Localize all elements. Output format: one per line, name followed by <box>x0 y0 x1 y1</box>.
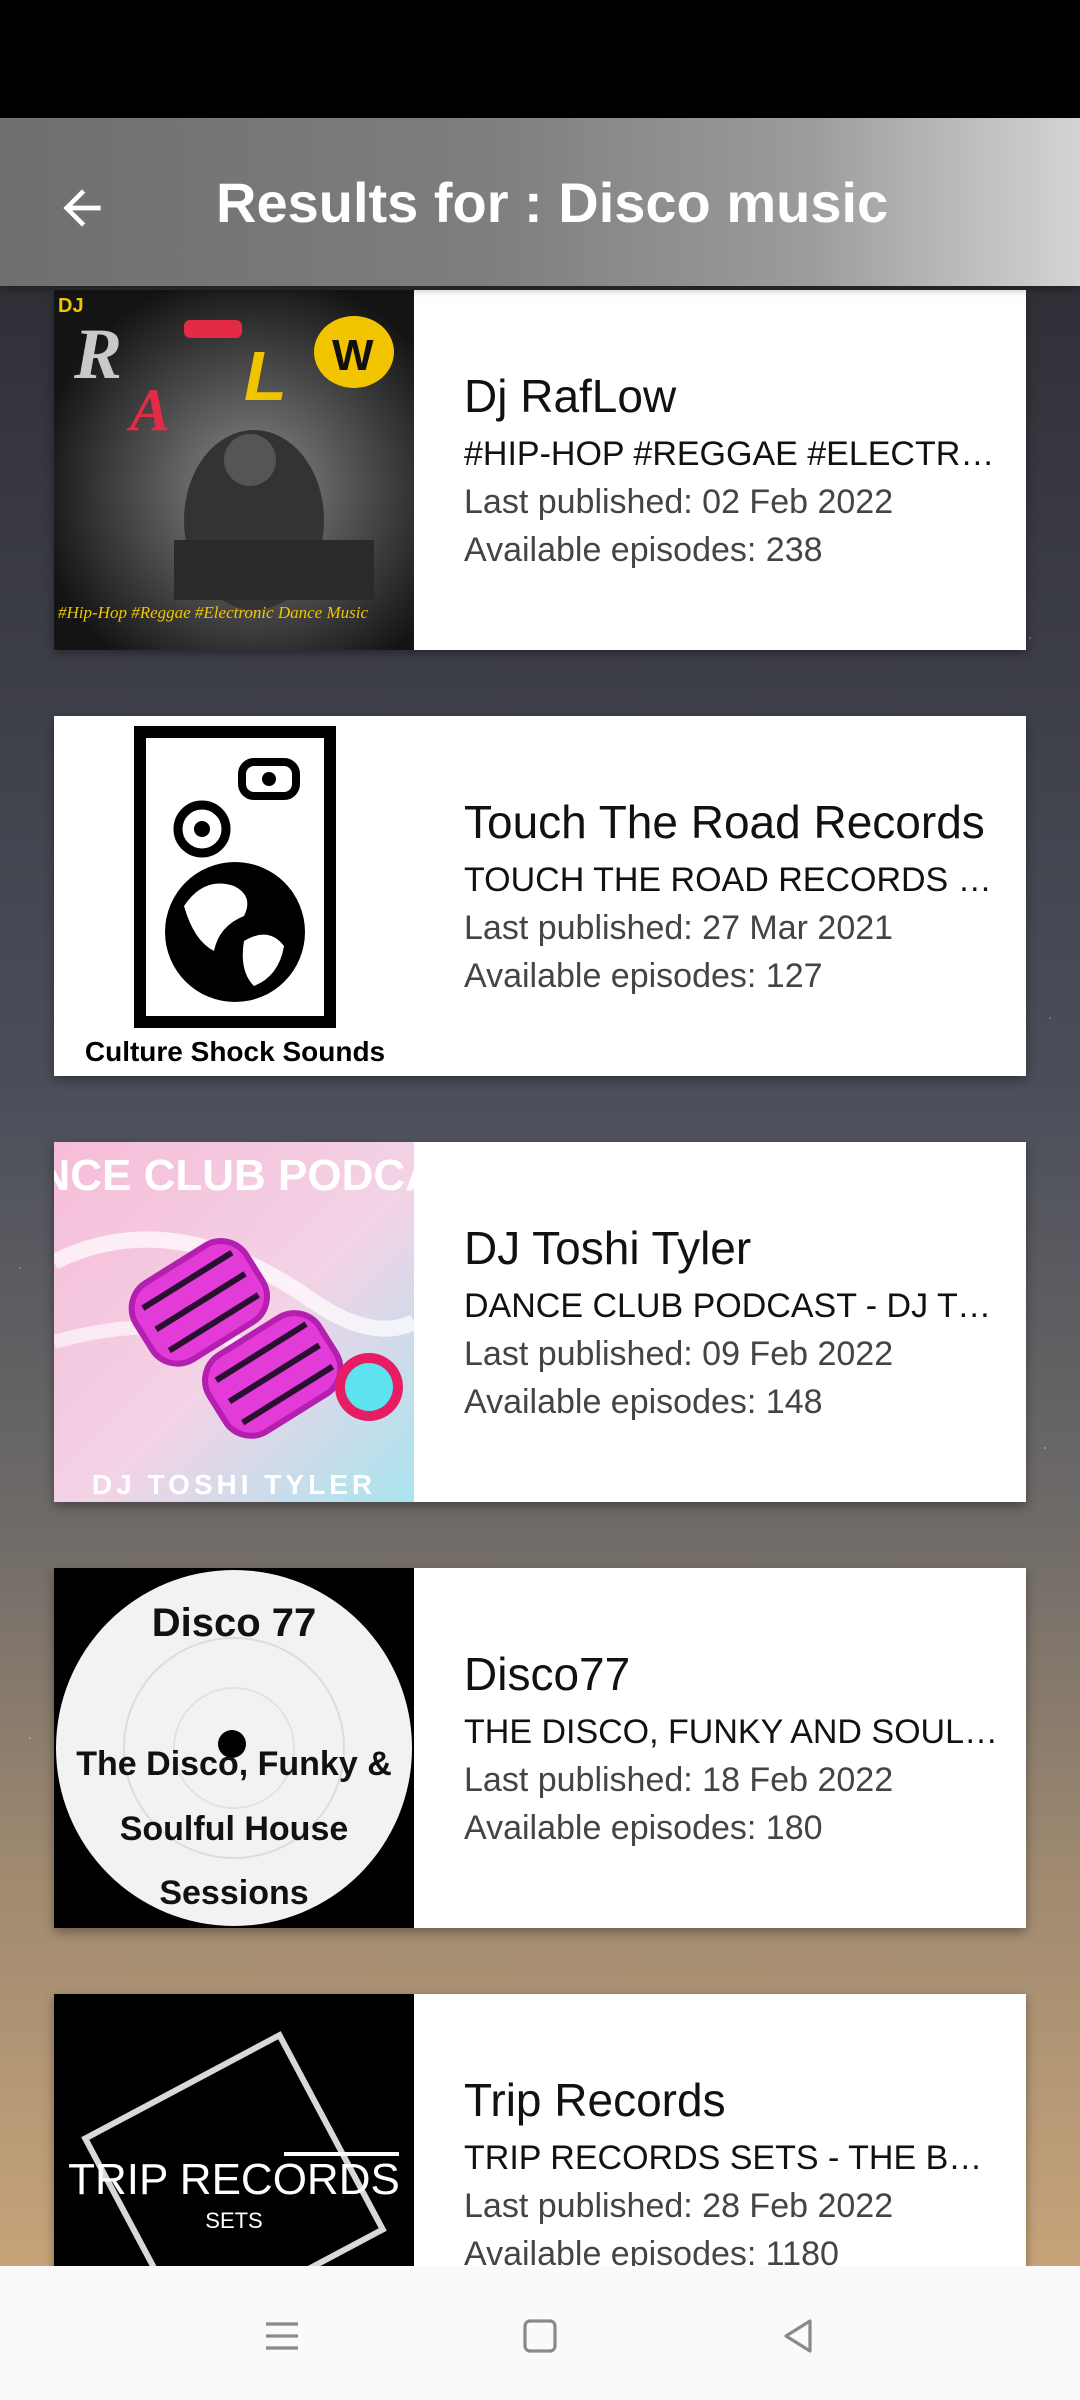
podcast-description: TOUCH THE ROAD RECORDS PODCAST <box>464 861 1002 899</box>
podcast-description: THE DISCO, FUNKY AND SOULFUL HOUSE SESSI… <box>464 1713 1002 1751</box>
last-published: Last published: 27 Mar 2021 <box>464 909 894 947</box>
result-card[interactable]: DANCE CLUB PODCAST DJ TOSHI TYLER DJ Tos… <box>54 1142 1026 1502</box>
podcast-name: Trip Records <box>464 2074 726 2126</box>
podcast-artwork: Culture Shock Sounds <box>54 716 414 1076</box>
podcast-artwork: DANCE CLUB PODCAST DJ TOSHI TYLER <box>54 1142 414 1502</box>
podcast-name: Disco77 <box>464 1648 631 1700</box>
svg-text:R: R <box>73 314 122 394</box>
svg-text:DJ TOSHI TYLER: DJ TOSHI TYLER <box>92 1469 376 1500</box>
podcast-description: DANCE CLUB PODCAST - DJ TOSHI TYLER <box>464 1287 1002 1325</box>
last-published: Last published: 09 Feb 2022 <box>464 1335 894 1373</box>
svg-text:Culture Shock Sounds: Culture Shock Sounds <box>85 1036 385 1067</box>
available-episodes: Available episodes: 148 <box>464 1383 823 1421</box>
svg-text:Soulful House: Soulful House <box>120 1810 349 1848</box>
back-nav-button[interactable] <box>758 2296 838 2376</box>
svg-text:W: W <box>332 331 374 380</box>
svg-text:TRIP RECORDS: TRIP RECORDS <box>68 2155 400 2204</box>
svg-text:A: A <box>126 377 170 443</box>
result-card[interactable]: TRIP RECORDS SETS Trip Records TRIP RECO… <box>54 1994 1026 2266</box>
status-bar <box>0 0 1080 118</box>
page-title: Results for : Disco music <box>216 171 889 234</box>
svg-text:SETS: SETS <box>205 2208 262 2233</box>
podcast-name: Touch The Road Records <box>464 796 985 848</box>
available-episodes: Available episodes: 127 <box>464 957 823 995</box>
last-published: Last published: 02 Feb 2022 <box>464 483 894 521</box>
svg-text:The Disco, Funky &: The Disco, Funky & <box>76 1745 392 1783</box>
last-published: Last published: 18 Feb 2022 <box>464 1761 894 1799</box>
system-nav-bar <box>0 2266 1080 2400</box>
result-card[interactable]: DJ R A L W #Hip-Hop #Reggae #Electronic … <box>54 290 1026 650</box>
svg-text:#Hip-Hop #Reggae #Electronic D: #Hip-Hop #Reggae #Electronic Dance Music <box>58 603 368 622</box>
results-list[interactable]: DJ R A L W #Hip-Hop #Reggae #Electronic … <box>0 286 1080 2266</box>
podcast-description: #HIP-HOP #REGGAE #ELECTRONIC DANCE MUSIC <box>464 435 1002 473</box>
svg-text:DANCE CLUB PODCAST: DANCE CLUB PODCAST <box>54 1151 414 1200</box>
svg-text:Disco 77: Disco 77 <box>152 1601 317 1645</box>
back-button[interactable] <box>42 168 122 248</box>
svg-text:L: L <box>244 337 287 415</box>
last-published: Last published: 28 Feb 2022 <box>464 2187 894 2225</box>
result-card[interactable]: Disco 77 The Disco, Funky & Soulful Hous… <box>54 1568 1026 1928</box>
menu-lines-icon <box>266 2322 298 2350</box>
podcast-artwork: TRIP RECORDS SETS <box>54 1994 414 2266</box>
available-episodes: Available episodes: 238 <box>464 531 823 569</box>
app-bar: Results for : Disco music <box>0 118 1080 286</box>
recents-button[interactable] <box>242 2296 322 2376</box>
available-episodes: Available episodes: 1180 <box>464 2235 839 2266</box>
home-button[interactable] <box>500 2296 580 2376</box>
triangle-back-icon <box>784 2319 812 2353</box>
result-card[interactable]: Culture Shock Sounds Touch The Road Reco… <box>54 716 1026 1076</box>
podcast-artwork: Disco 77 The Disco, Funky & Soulful Hous… <box>54 1568 414 1928</box>
podcast-name: Dj RafLow <box>464 370 677 422</box>
podcast-artwork: DJ R A L W #Hip-Hop #Reggae #Electronic … <box>54 290 414 650</box>
svg-text:Sessions: Sessions <box>159 1874 308 1912</box>
square-icon <box>523 2319 557 2353</box>
available-episodes: Available episodes: 180 <box>464 1809 823 1847</box>
podcast-name: DJ Toshi Tyler <box>464 1222 752 1274</box>
podcast-description: TRIP RECORDS SETS - THE BEST MUSIC <box>464 2139 1002 2177</box>
arrow-left-icon <box>63 189 101 227</box>
